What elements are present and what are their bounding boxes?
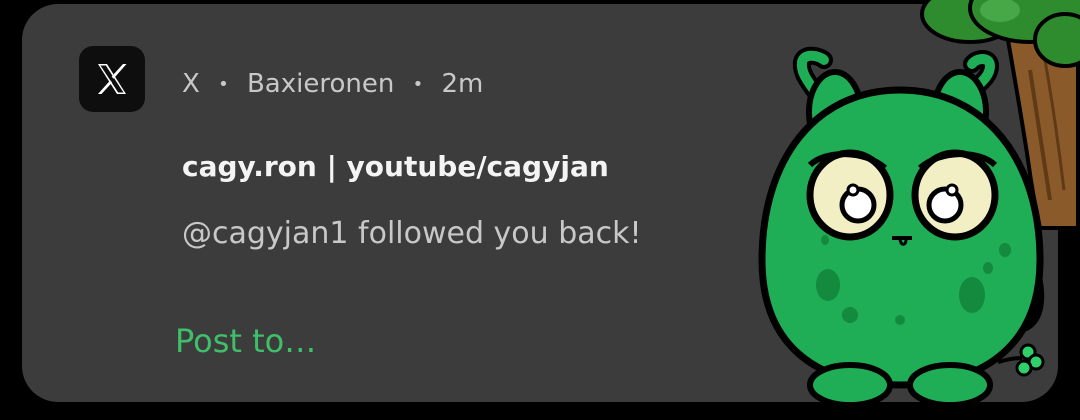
notification-header: X • Baxieronen • 2m <box>182 64 483 104</box>
green-monster-illustration <box>758 46 1045 408</box>
monster-illustration <box>758 0 1080 408</box>
post-to-button[interactable]: Post to… <box>175 322 316 360</box>
separator-dot: • <box>218 73 229 95</box>
timestamp: 2m <box>441 69 484 99</box>
notification-message: @cagyjan1 followed you back! <box>182 216 642 251</box>
separator-dot: • <box>412 73 424 95</box>
account-name: Baxieronen <box>246 69 395 99</box>
x-logo-icon <box>79 46 145 112</box>
app-name: X <box>182 69 200 99</box>
notification-title: cagy.ron | youtube/cagyjan <box>182 150 609 183</box>
